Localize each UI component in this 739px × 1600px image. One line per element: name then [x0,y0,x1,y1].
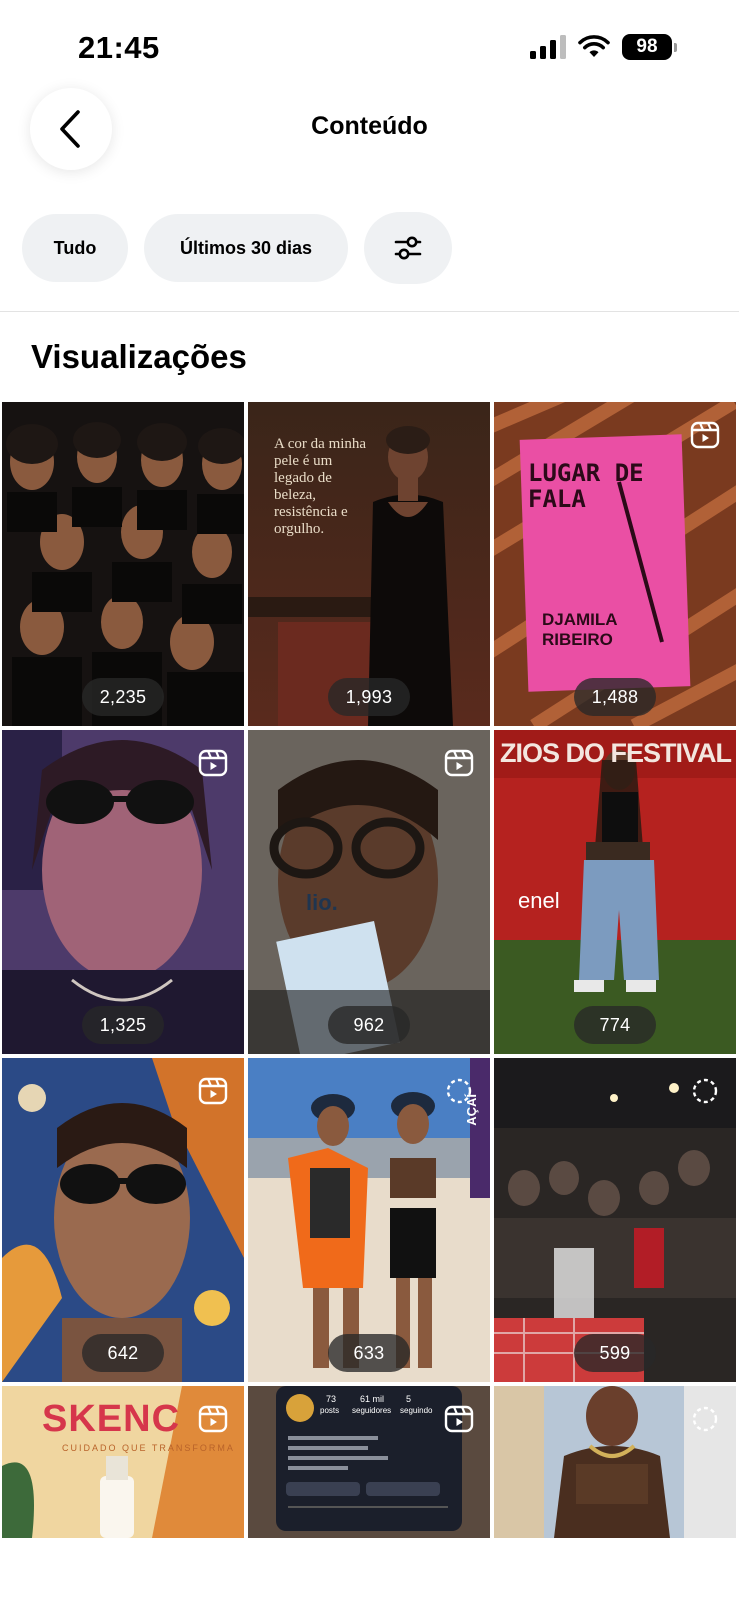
reels-icon [690,421,720,449]
divider [0,311,739,312]
filter-bar: Tudo Últimos 30 dias [22,212,452,284]
profile-stat-followers: 61 mil [360,1394,385,1404]
status-time: 21:45 [78,30,160,65]
profile-stat-posts: 73 [326,1394,337,1404]
post-tile[interactable]: 1,325 [2,730,244,1054]
post-tile[interactable]: 73 61 mil 5 posts seguidores seguindo [248,1386,490,1538]
profile-stat-followers-label: seguidores [352,1406,392,1415]
profile-stat-posts-label: posts [320,1406,340,1415]
profile-stat-following: 5 [406,1394,412,1404]
battery-cap [674,42,677,52]
battery-indicator: 98 [622,34,677,60]
reels-icon [198,749,228,777]
sliders-icon [394,236,422,260]
view-count: 962 [328,1006,410,1044]
status-icons: 98 [530,34,677,60]
view-count: 1,325 [82,1006,164,1044]
loading-ring-icon [692,1406,718,1432]
book-author: DJAMILA RIBEIRO [542,610,617,649]
content-grid: 2,235 A cor da minha pele é um legado de… [2,402,737,1538]
view-count: 1,993 [328,678,410,716]
beach-banner-text: AÇAÍ [464,1094,479,1126]
battery-level: 98 [622,34,672,60]
view-count: 774 [574,1006,656,1044]
profile-stat-following-label: seguindo [400,1406,433,1415]
wifi-icon [578,35,610,57]
view-count: 633 [328,1334,410,1372]
product-label: lio. [306,890,338,915]
post-tile[interactable]: lio. 962 [248,730,490,1054]
reels-icon [444,1405,474,1433]
book-title: LUGAR DE FALA [528,459,644,513]
view-count: 599 [574,1334,656,1372]
post-tile[interactable] [494,1386,736,1538]
post-tile[interactable]: AÇAÍ 633 [248,1058,490,1382]
view-count: 2,235 [82,678,164,716]
filter-chip-all[interactable]: Tudo [22,214,128,282]
post-tile[interactable]: 642 [2,1058,244,1382]
event-banner-text: ZIOS DO FESTIVAL [500,738,732,768]
post-tile[interactable]: A cor da minha pele é um legado de belez… [248,402,490,726]
brand-title: SKENC [42,1398,181,1440]
reels-icon [444,749,474,777]
section-title: Visualizações [31,338,247,375]
view-count: 642 [82,1334,164,1372]
brand-subtitle: CUIDADO QUE TRANSFORMA [62,1443,235,1453]
post-tile[interactable]: 599 [494,1058,736,1382]
post-tile[interactable]: ZIOS DO FESTIVAL enel 774 [494,730,736,1054]
post-tile[interactable]: 2,235 [2,402,244,726]
reels-icon [198,1077,228,1105]
post-tile[interactable]: SKENC CUIDADO QUE TRANSFORMA [2,1386,244,1538]
cellular-signal-icon [530,35,566,59]
reels-icon [198,1405,228,1433]
filter-chip-date-range[interactable]: Últimos 30 dias [144,214,348,282]
filter-settings-button[interactable] [364,212,452,284]
view-count: 1,488 [574,678,656,716]
sponsor-logo: enel [518,888,560,913]
loading-ring-icon [692,1078,718,1104]
page-title: Conteúdo [311,112,428,140]
post-caption: A cor da minha pele é um legado de belez… [274,436,367,537]
post-tile[interactable]: LUGAR DE FALA DJAMILA RIBEIRO 1,488 [494,402,736,726]
status-bar: 21:45 98 [0,0,739,96]
